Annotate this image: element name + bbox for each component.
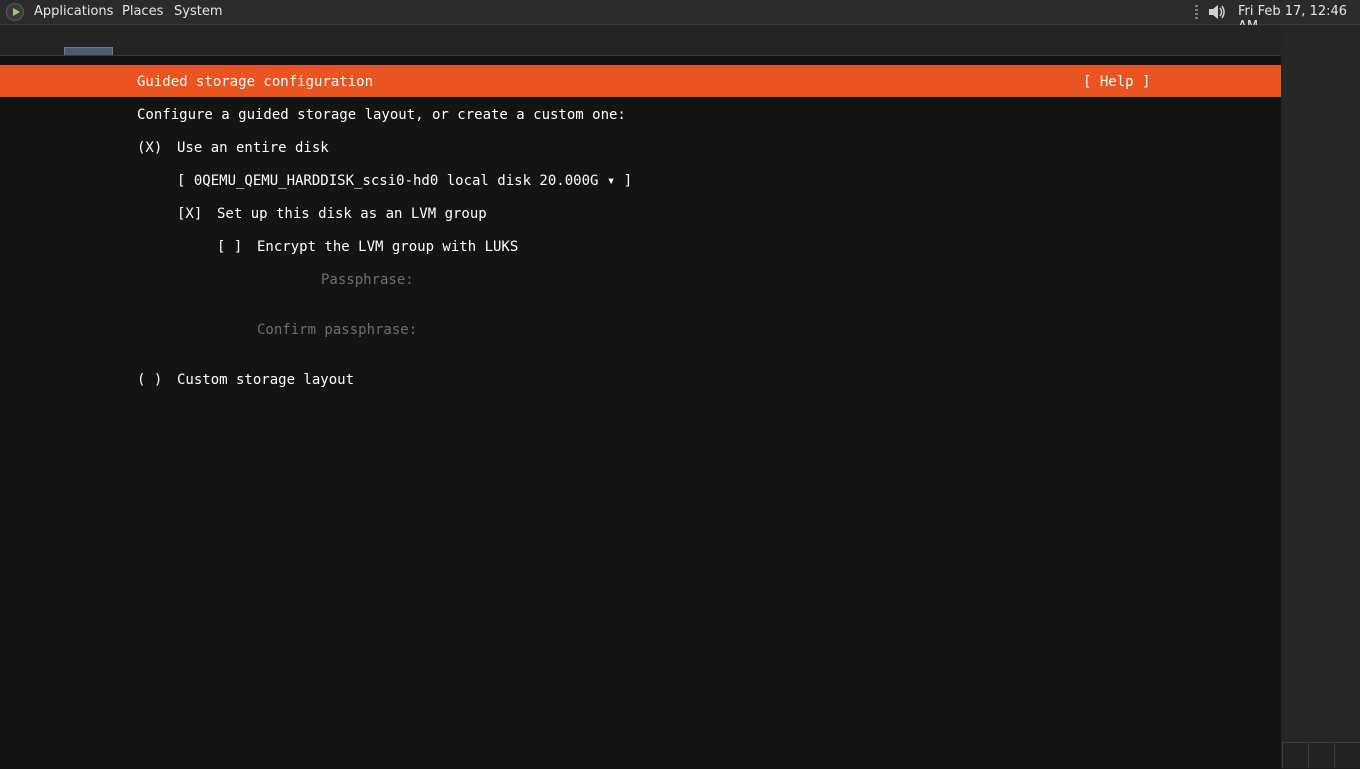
lvm-label[interactable]: Set up this disk as an LVM group (217, 205, 487, 223)
page-title: Guided storage configuration (137, 74, 374, 90)
workspace-1[interactable] (1282, 742, 1308, 768)
custom-layout-radio[interactable]: ( ) (137, 371, 162, 389)
speaker-icon[interactable] (1207, 3, 1227, 21)
entire-disk-radio[interactable]: (X) (137, 139, 162, 157)
desktop-right-strip (1282, 25, 1360, 768)
passphrase-label: Passphrase: (321, 272, 414, 288)
places-menu[interactable]: Places (122, 4, 163, 19)
applications-menu[interactable]: Applications (34, 4, 113, 19)
panel-grip-icon (1195, 5, 1198, 19)
workspace-2[interactable] (1308, 742, 1334, 768)
luks-label[interactable]: Encrypt the LVM group with LUKS (257, 238, 518, 256)
luks-checkbox[interactable]: [ ] (217, 238, 242, 256)
workspace-switcher[interactable] (1282, 742, 1360, 768)
lvm-checkbox[interactable]: [X] (177, 205, 202, 223)
workspace-3[interactable] (1334, 742, 1360, 768)
custom-layout-label[interactable]: Custom storage layout (177, 371, 354, 389)
top-panel: Applications Places System Fri Feb 17, 1… (0, 0, 1360, 34)
confirm-passphrase-label: Confirm passphrase: (257, 322, 418, 338)
installer-window (0, 55, 1281, 769)
system-menu[interactable]: System (174, 4, 222, 19)
help-button[interactable]: [ Help ] (1083, 73, 1150, 91)
entire-disk-label[interactable]: Use an entire disk (177, 139, 329, 157)
ubuntu-mate-icon[interactable] (6, 3, 24, 21)
disk-select[interactable]: [ 0QEMU_QEMU_HARDDISK_scsi0-hd0 local di… (177, 172, 632, 190)
intro-text: Configure a guided storage layout, or cr… (137, 107, 626, 123)
